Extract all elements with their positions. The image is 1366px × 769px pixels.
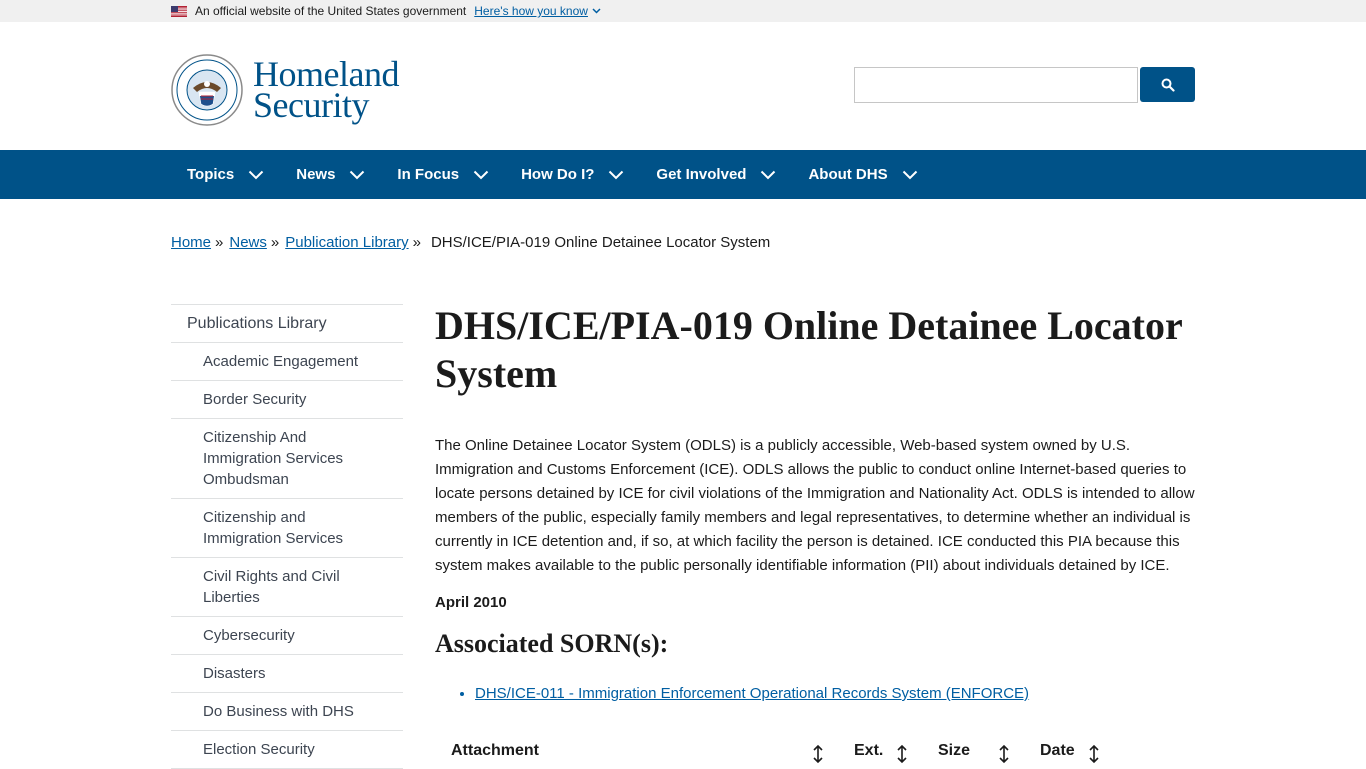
sidenav-item-border-security[interactable]: Border Security [171, 381, 403, 419]
breadcrumb-home-link[interactable]: Home [171, 234, 211, 251]
breadcrumb: Home » News » Publication Library » DHS/… [171, 234, 770, 251]
how-you-know-link[interactable]: Here's how you know [474, 4, 588, 18]
nav-how-do-i[interactable]: How Do I? [505, 166, 640, 183]
list-item: DHS/ICE-011 - Immigration Enforcement Op… [475, 685, 1195, 702]
breadcrumb-separator: » [215, 234, 224, 251]
sidenav-item-publications-library[interactable]: Publications Library [171, 305, 403, 343]
site-header: Homeland Security [0, 22, 1366, 150]
sidenav-item-civil-rights[interactable]: Civil Rights and Civil Liberties [171, 558, 403, 617]
gov-banner-text: An official website of the United States… [195, 4, 467, 18]
sort-icon[interactable] [896, 744, 908, 764]
publication-date: April 2010 [435, 594, 507, 611]
wordmark-line2: Security [253, 85, 369, 125]
sort-icon[interactable] [998, 744, 1010, 764]
side-nav: Publications Library Academic Engagement… [171, 304, 403, 769]
sidenav-item-cis-ombudsman[interactable]: Citizenship And Immigration Services Omb… [171, 419, 403, 499]
breadcrumb-current: DHS/ICE/PIA-019 Online Detainee Locator … [430, 234, 771, 251]
sidenav-item-do-business[interactable]: Do Business with DHS [171, 693, 403, 731]
column-attachment[interactable]: Attachment [451, 742, 539, 760]
nav-label: Topics [187, 166, 235, 183]
dhs-wordmark: Homeland Security [253, 56, 399, 125]
main-nav: Topics News In Focus How Do I? Get Invol… [0, 150, 1366, 199]
sorn-link[interactable]: DHS/ICE-011 - Immigration Enforcement Op… [475, 685, 1029, 702]
summary-text: The Online Detainee Locator System (ODLS… [435, 437, 1195, 574]
sort-icon[interactable] [1088, 744, 1100, 764]
sidenav-item-disasters[interactable]: Disasters [171, 655, 403, 693]
column-ext[interactable]: Ext. [854, 742, 883, 760]
breadcrumb-news-link[interactable]: News [229, 234, 267, 251]
chevron-down-icon [609, 170, 624, 179]
dhs-seal-icon [171, 54, 243, 126]
nav-label: In Focus [397, 166, 460, 183]
breadcrumb-separator: » [270, 234, 280, 251]
chevron-down-icon [249, 170, 264, 179]
nav-label: Get Involved [656, 166, 747, 183]
us-flag-icon [171, 5, 187, 17]
nav-label: News [296, 166, 336, 183]
sidenav-item-academic-engagement[interactable]: Academic Engagement [171, 343, 403, 381]
nav-in-focus[interactable]: In Focus [381, 166, 505, 183]
main-content: DHS/ICE/PIA-019 Online Detainee Locator … [435, 302, 1195, 702]
search-icon [1161, 78, 1175, 92]
chevron-down-icon [473, 170, 489, 179]
nav-label: How Do I? [521, 166, 595, 183]
column-date[interactable]: Date [1040, 742, 1075, 760]
page-title: DHS/ICE/PIA-019 Online Detainee Locator … [435, 303, 1183, 396]
chevron-down-icon[interactable] [592, 6, 601, 17]
sort-icon[interactable] [812, 744, 824, 764]
chevron-down-icon [761, 170, 776, 179]
search-button[interactable] [1140, 67, 1195, 102]
sorn-list: DHS/ICE-011 - Immigration Enforcement Op… [435, 685, 1195, 702]
nav-about-dhs[interactable]: About DHS [792, 166, 933, 183]
breadcrumb-separator: » [412, 234, 421, 251]
gov-banner: An official website of the United States… [0, 0, 1366, 22]
nav-get-involved[interactable]: Get Involved [640, 166, 792, 183]
column-size[interactable]: Size [938, 742, 970, 760]
sidenav-item-cybersecurity[interactable]: Cybersecurity [171, 617, 403, 655]
nav-topics[interactable]: Topics [171, 166, 280, 183]
search-input[interactable] [854, 67, 1138, 103]
breadcrumb-publication-library-link[interactable]: Publication Library [285, 234, 408, 251]
chevron-down-icon [902, 170, 917, 179]
chevron-down-icon [350, 170, 365, 179]
sidenav-item-election-security[interactable]: Election Security [171, 731, 403, 769]
nav-news[interactable]: News [280, 166, 381, 183]
dhs-logo[interactable]: Homeland Security [171, 54, 399, 126]
sidenav-item-cis[interactable]: Citizenship and Immigration Services [171, 499, 403, 558]
attachments-table-header: Attachment Ext. Size Date [435, 742, 1195, 766]
sorn-heading: Associated SORN(s): [435, 629, 669, 658]
nav-label: About DHS [808, 166, 888, 183]
